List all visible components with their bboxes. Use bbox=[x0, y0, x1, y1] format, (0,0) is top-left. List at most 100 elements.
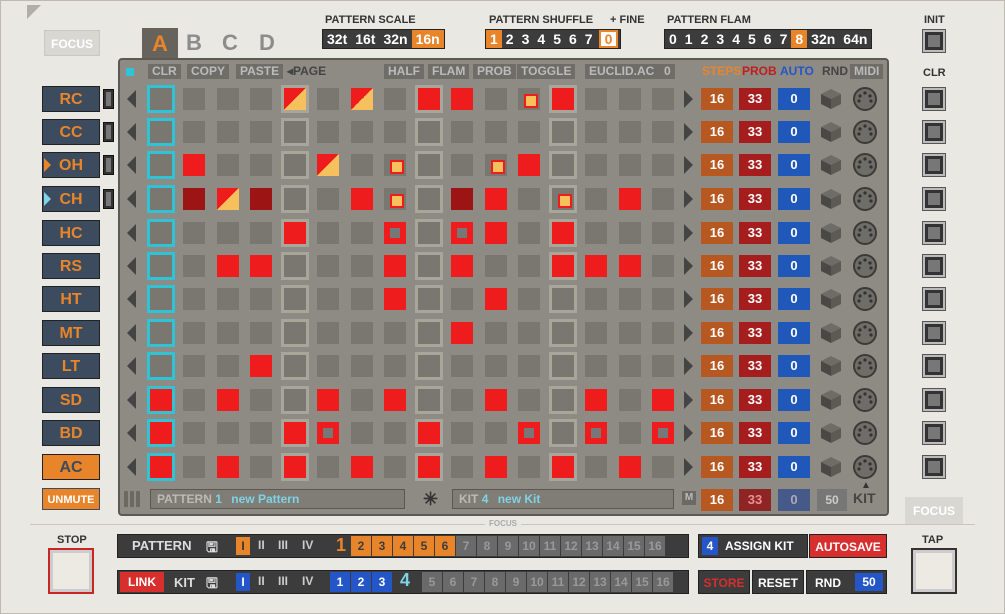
step-cell[interactable] bbox=[552, 88, 574, 110]
auto-value[interactable]: 0 bbox=[778, 121, 810, 143]
step-cell[interactable] bbox=[485, 121, 507, 143]
step-cell[interactable] bbox=[418, 88, 440, 110]
step-cell[interactable] bbox=[217, 389, 239, 411]
row-clear-button[interactable] bbox=[923, 288, 945, 310]
step-cell[interactable] bbox=[652, 154, 674, 176]
step-cell[interactable] bbox=[585, 288, 607, 310]
step-cell[interactable] bbox=[351, 88, 373, 110]
tab-d[interactable]: D bbox=[259, 30, 275, 56]
copy-button[interactable]: COPY bbox=[187, 64, 230, 79]
prob-value[interactable]: 33 bbox=[739, 389, 771, 411]
step-cell[interactable] bbox=[284, 288, 306, 310]
step-cell[interactable] bbox=[552, 355, 574, 377]
step-cell[interactable] bbox=[250, 154, 272, 176]
steps-value[interactable]: 16 bbox=[701, 456, 733, 478]
kit-bank-iii[interactable]: III bbox=[278, 574, 288, 588]
step-cell[interactable] bbox=[384, 154, 406, 176]
kit-bank-i[interactable]: I bbox=[236, 573, 250, 591]
step-cell[interactable] bbox=[619, 422, 641, 444]
prob-value[interactable]: 33 bbox=[739, 288, 771, 310]
prob-value[interactable]: 33 bbox=[739, 456, 771, 478]
star-icon[interactable]: ✳ bbox=[423, 489, 438, 510]
steps-value[interactable]: 16 bbox=[701, 355, 733, 377]
step-cell[interactable] bbox=[217, 355, 239, 377]
shift-right-icon[interactable] bbox=[684, 391, 693, 409]
step-cell[interactable] bbox=[619, 355, 641, 377]
row-clear-button[interactable] bbox=[923, 154, 945, 176]
pattern-slot[interactable]: 10 bbox=[519, 536, 539, 556]
step-cell[interactable] bbox=[317, 188, 339, 210]
step-cell[interactable] bbox=[552, 422, 574, 444]
step-cell[interactable] bbox=[351, 121, 373, 143]
step-cell[interactable] bbox=[284, 322, 306, 344]
prob-value[interactable]: 33 bbox=[739, 121, 771, 143]
step-cell[interactable] bbox=[150, 355, 172, 377]
random-cube-icon[interactable] bbox=[820, 355, 842, 377]
step-cell[interactable] bbox=[518, 121, 540, 143]
instrument-hc[interactable]: HC bbox=[42, 220, 100, 246]
step-cell[interactable] bbox=[652, 355, 674, 377]
pattern-shuffle-selector[interactable]: 12345670 bbox=[485, 29, 622, 49]
step-cell[interactable] bbox=[451, 188, 473, 210]
step-cell[interactable] bbox=[384, 88, 406, 110]
step-cell[interactable] bbox=[585, 222, 607, 244]
prob-value[interactable]: 33 bbox=[739, 188, 771, 210]
random-cube-icon[interactable] bbox=[820, 188, 842, 210]
prob-value[interactable]: 33 bbox=[739, 422, 771, 444]
step-cell[interactable] bbox=[451, 422, 473, 444]
step-cell[interactable] bbox=[284, 422, 306, 444]
step-cell[interactable] bbox=[183, 288, 205, 310]
step-cell[interactable] bbox=[619, 121, 641, 143]
steps-value[interactable]: 16 bbox=[701, 188, 733, 210]
step-cell[interactable] bbox=[552, 255, 574, 277]
step-cell[interactable] bbox=[183, 355, 205, 377]
step-cell[interactable] bbox=[250, 121, 272, 143]
step-cell[interactable] bbox=[250, 389, 272, 411]
step-cell[interactable] bbox=[652, 456, 674, 478]
instrument-ac[interactable]: AC bbox=[42, 454, 100, 480]
kit-bank-iv[interactable]: IV bbox=[302, 574, 313, 588]
step-cell[interactable] bbox=[585, 322, 607, 344]
step-cell[interactable] bbox=[518, 255, 540, 277]
instrument-rc[interactable]: RC bbox=[42, 86, 100, 112]
shift-right-icon[interactable] bbox=[684, 357, 693, 375]
kit-slot[interactable]: 12 bbox=[569, 572, 589, 592]
step-cell[interactable] bbox=[217, 288, 239, 310]
store-button[interactable]: STORE bbox=[698, 570, 750, 594]
kit-slot[interactable]: 2 bbox=[351, 572, 371, 592]
step-cell[interactable] bbox=[284, 389, 306, 411]
step-cell[interactable] bbox=[418, 355, 440, 377]
step-cell[interactable] bbox=[183, 389, 205, 411]
step-cell[interactable] bbox=[183, 154, 205, 176]
step-cell[interactable] bbox=[351, 389, 373, 411]
midi-port-icon[interactable] bbox=[853, 321, 877, 345]
step-cell[interactable] bbox=[418, 322, 440, 344]
step-cell[interactable] bbox=[284, 121, 306, 143]
shift-left-icon[interactable] bbox=[127, 156, 136, 174]
shift-left-icon[interactable] bbox=[127, 458, 136, 476]
focus-right-button[interactable]: FOCUS bbox=[905, 497, 963, 525]
tab-b[interactable]: B bbox=[186, 30, 202, 56]
step-cell[interactable] bbox=[451, 154, 473, 176]
step-cell[interactable] bbox=[552, 188, 574, 210]
step-cell[interactable] bbox=[183, 422, 205, 444]
bank-i[interactable]: I bbox=[236, 537, 250, 555]
steps-value[interactable]: 16 bbox=[701, 154, 733, 176]
shift-right-icon[interactable] bbox=[684, 156, 693, 174]
step-cell[interactable] bbox=[250, 255, 272, 277]
auto-value[interactable]: 0 bbox=[778, 188, 810, 210]
step-cell[interactable] bbox=[351, 456, 373, 478]
step-cell[interactable] bbox=[485, 355, 507, 377]
footer-steps[interactable]: 16 bbox=[701, 489, 733, 511]
instrument-rs[interactable]: RS bbox=[42, 253, 100, 279]
midi-port-icon[interactable] bbox=[853, 421, 877, 445]
step-cell[interactable] bbox=[552, 389, 574, 411]
step-cell[interactable] bbox=[485, 188, 507, 210]
kit-slot[interactable]: 1 bbox=[330, 572, 350, 592]
row-clear-button[interactable] bbox=[923, 255, 945, 277]
shift-left-icon[interactable] bbox=[127, 290, 136, 308]
init-button[interactable] bbox=[923, 30, 945, 52]
row-clear-button[interactable] bbox=[923, 355, 945, 377]
pattern-slot[interactable]: 14 bbox=[603, 536, 623, 556]
step-cell[interactable] bbox=[284, 222, 306, 244]
